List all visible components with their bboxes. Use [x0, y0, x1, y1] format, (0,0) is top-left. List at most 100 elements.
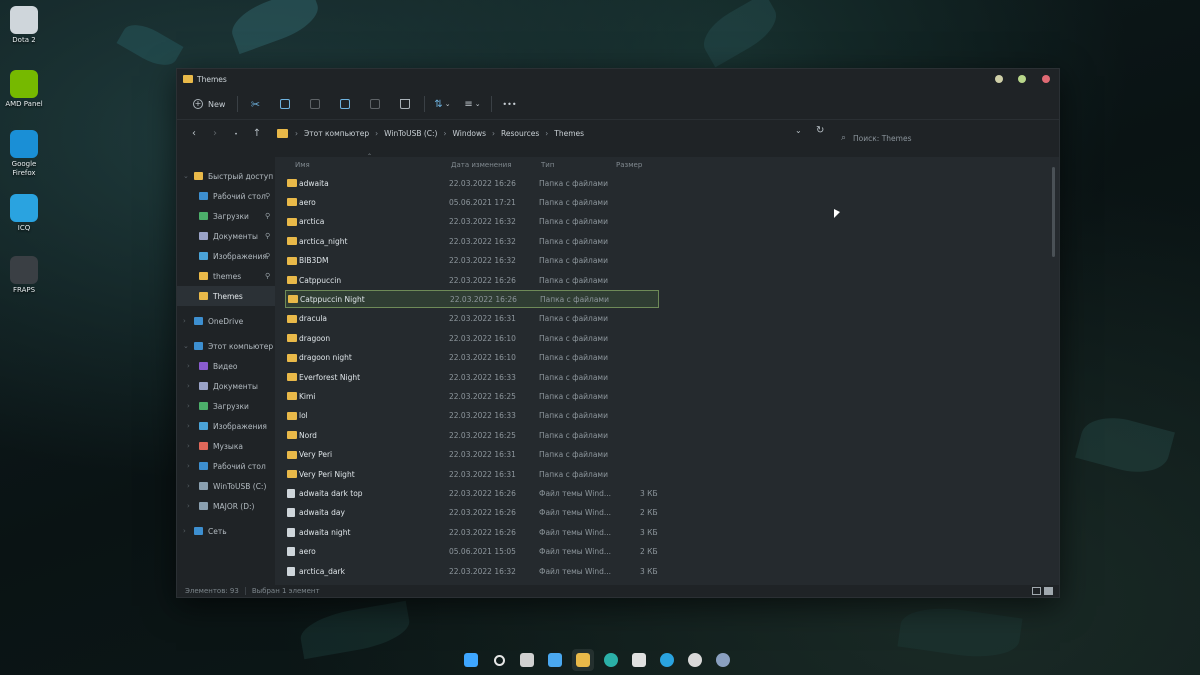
vertical-scrollbar[interactable] [1052, 167, 1055, 257]
chevron-right-icon[interactable]: › [492, 129, 495, 138]
more-button[interactable]: ••• [498, 93, 520, 115]
expand-chevron-icon[interactable]: › [187, 482, 190, 490]
file-row[interactable]: Everforest Night 22.03.2022 16:33 Папка с … [285, 368, 659, 386]
file-row[interactable]: Very Peri 22.03.2022 16:31 Папка с файлами [285, 446, 659, 464]
sidebar-item[interactable]: Themes [177, 286, 275, 306]
breadcrumb-item[interactable]: Resources [501, 129, 539, 138]
maximize-button[interactable] [1018, 75, 1026, 83]
sidebar-item[interactable]: › WinToUSB (C:) [177, 476, 275, 496]
chevron-right-icon[interactable]: › [375, 129, 378, 138]
start-taskbar-button[interactable] [460, 649, 482, 671]
breadcrumb-item[interactable]: Themes [554, 129, 584, 138]
expand-chevron-icon[interactable]: › [187, 362, 190, 370]
column-name[interactable]: Имя [295, 161, 310, 169]
back-button[interactable]: ‹ [185, 128, 203, 139]
breadcrumb-item[interactable]: Windows [453, 129, 486, 138]
file-row[interactable]: BIB3DM 22.03.2022 16:32 Папка с файлами [285, 252, 659, 270]
column-type[interactable]: Тип [541, 161, 554, 169]
search-taskbar-button[interactable] [488, 649, 510, 671]
paste-button[interactable] [304, 93, 326, 115]
edge-taskbar-button[interactable] [600, 649, 622, 671]
delete-button[interactable] [394, 93, 416, 115]
sidebar-item[interactable]: Документы ⚲ [177, 226, 275, 246]
expand-chevron-icon[interactable]: › [187, 422, 190, 430]
forward-button[interactable]: › [206, 128, 224, 139]
breadcrumb-item[interactable]: Этот компьютер [304, 129, 369, 138]
address-dropdown-button[interactable]: ⌄ [795, 126, 802, 135]
column-date[interactable]: Дата изменения [451, 161, 511, 169]
file-row[interactable]: Nord 22.03.2022 16:25 Папка с файлами [285, 426, 659, 444]
sidebar-item[interactable]: Рабочий стол ⚲ [177, 186, 275, 206]
copy-button[interactable] [274, 93, 296, 115]
chevron-right-icon[interactable]: › [545, 129, 548, 138]
expand-chevron-icon[interactable]: ⌄ [183, 172, 189, 180]
sidebar-item[interactable]: › Рабочий стол [177, 456, 275, 476]
file-row[interactable]: Kimi 22.03.2022 16:25 Папка с файлами [285, 387, 659, 405]
desktop-shortcut[interactable]: AMD Panel [2, 70, 46, 109]
file-row[interactable]: adwaita dark top 22.03.2022 16:26 Файл тем… [285, 484, 659, 502]
column-size[interactable]: Размер [616, 161, 642, 169]
task-view-taskbar-button[interactable] [516, 649, 538, 671]
breadcrumb-item[interactable]: WinToUSB (C:) [384, 129, 437, 138]
title-bar[interactable]: Themes [177, 69, 1059, 89]
file-row[interactable]: aero 05.06.2021 17:21 Папка с файлами [285, 193, 659, 211]
sidebar-item[interactable]: › Видео [177, 356, 275, 376]
expand-chevron-icon[interactable]: › [183, 527, 186, 535]
file-row[interactable]: Very Peri Night 22.03.2022 16:31 Папка с ф… [285, 465, 659, 483]
file-row[interactable]: lol 22.03.2022 16:33 Папка с файлами [285, 407, 659, 425]
refresh-button[interactable]: ↻ [816, 125, 824, 136]
expand-chevron-icon[interactable]: › [183, 317, 186, 325]
up-button[interactable]: ↑ [248, 128, 266, 139]
telegram-taskbar-button[interactable] [656, 649, 678, 671]
chevron-right-icon[interactable]: › [295, 129, 298, 138]
file-explorer-taskbar-button[interactable] [572, 649, 594, 671]
file-row[interactable]: arctica_night 22.03.2022 16:32 Папка с фай… [285, 232, 659, 250]
minimize-button[interactable] [995, 75, 1003, 83]
view-button[interactable]: ≡ ⌄ [461, 93, 483, 115]
sidebar-item[interactable]: › Документы [177, 376, 275, 396]
expand-chevron-icon[interactable]: › [187, 382, 190, 390]
desktop-shortcut[interactable]: FRAPS [2, 256, 46, 295]
file-row[interactable]: dragoon 22.03.2022 16:10 Папка с файлами [285, 329, 659, 347]
file-row[interactable]: Catppuccin Night 22.03.2022 16:26 Папка с … [285, 290, 659, 309]
close-button[interactable] [1042, 75, 1050, 83]
expand-chevron-icon[interactable]: › [187, 442, 190, 450]
file-row[interactable]: aero 05.06.2021 15:05 Файл темы Wind... 2 К… [285, 543, 659, 561]
file-row[interactable]: dracula 22.03.2022 16:31 Папка с файлами [285, 310, 659, 328]
file-row[interactable]: arctica_dark 22.03.2022 16:32 Файл темы Wi… [285, 562, 659, 580]
breadcrumb[interactable]: › Этот компьютер › WinToUSB (C:) › Windows › Re… [277, 129, 807, 138]
tiles-view-icon[interactable] [1044, 587, 1053, 595]
sidebar-item[interactable]: › Музыка [177, 436, 275, 456]
share-button[interactable] [364, 93, 386, 115]
sort-button[interactable]: ⇅ ⌄ [431, 93, 453, 115]
search-box[interactable]: ⌕ Поиск: Themes [841, 130, 1051, 146]
file-row[interactable]: Catppuccin 22.03.2022 16:26 Папка с файлам… [285, 271, 659, 289]
sidebar-item[interactable]: Загрузки ⚲ [177, 206, 275, 226]
sidebar-item[interactable]: Изображения ⚲ [177, 246, 275, 266]
recent-button[interactable]: • [227, 128, 245, 139]
file-row[interactable]: adwaita day 22.03.2022 16:26 Файл темы Win… [285, 504, 659, 522]
sidebar-item[interactable]: › Сеть [177, 521, 275, 541]
store-taskbar-button[interactable] [628, 649, 650, 671]
chevron-right-icon[interactable]: › [444, 129, 447, 138]
file-row[interactable]: adwaita night 22.03.2022 16:26 Файл темы W… [285, 523, 659, 541]
expand-chevron-icon[interactable]: › [187, 462, 190, 470]
desktop-shortcut[interactable]: ICQ [2, 194, 46, 233]
sidebar-item[interactable]: ⌄ Быстрый доступ [177, 166, 275, 186]
file-row[interactable]: arctica 22.03.2022 16:32 Папка с файлами [285, 213, 659, 231]
expand-chevron-icon[interactable]: › [187, 402, 190, 410]
desktop-shortcut[interactable]: Dota 2 [2, 6, 46, 45]
cut-button[interactable]: ✂ [244, 93, 266, 115]
settings-taskbar-button[interactable] [712, 649, 734, 671]
sidebar-item[interactable]: › Изображения [177, 416, 275, 436]
file-row[interactable]: dragoon night 22.03.2022 16:10 Папка с фай… [285, 349, 659, 367]
sidebar-item[interactable]: › MAJOR (D:) [177, 496, 275, 516]
file-row[interactable]: adwaita 22.03.2022 16:26 Папка с файлами [285, 174, 659, 192]
sidebar-item[interactable]: › Загрузки [177, 396, 275, 416]
rename-button[interactable] [334, 93, 356, 115]
desktop-shortcut[interactable]: Google Firefox [2, 130, 46, 178]
expand-chevron-icon[interactable]: ⌄ [183, 342, 189, 350]
sidebar-item[interactable]: ⌄ Этот компьютер [177, 336, 275, 356]
sidebar-item[interactable]: › OneDrive [177, 311, 275, 331]
expand-chevron-icon[interactable]: › [187, 502, 190, 510]
